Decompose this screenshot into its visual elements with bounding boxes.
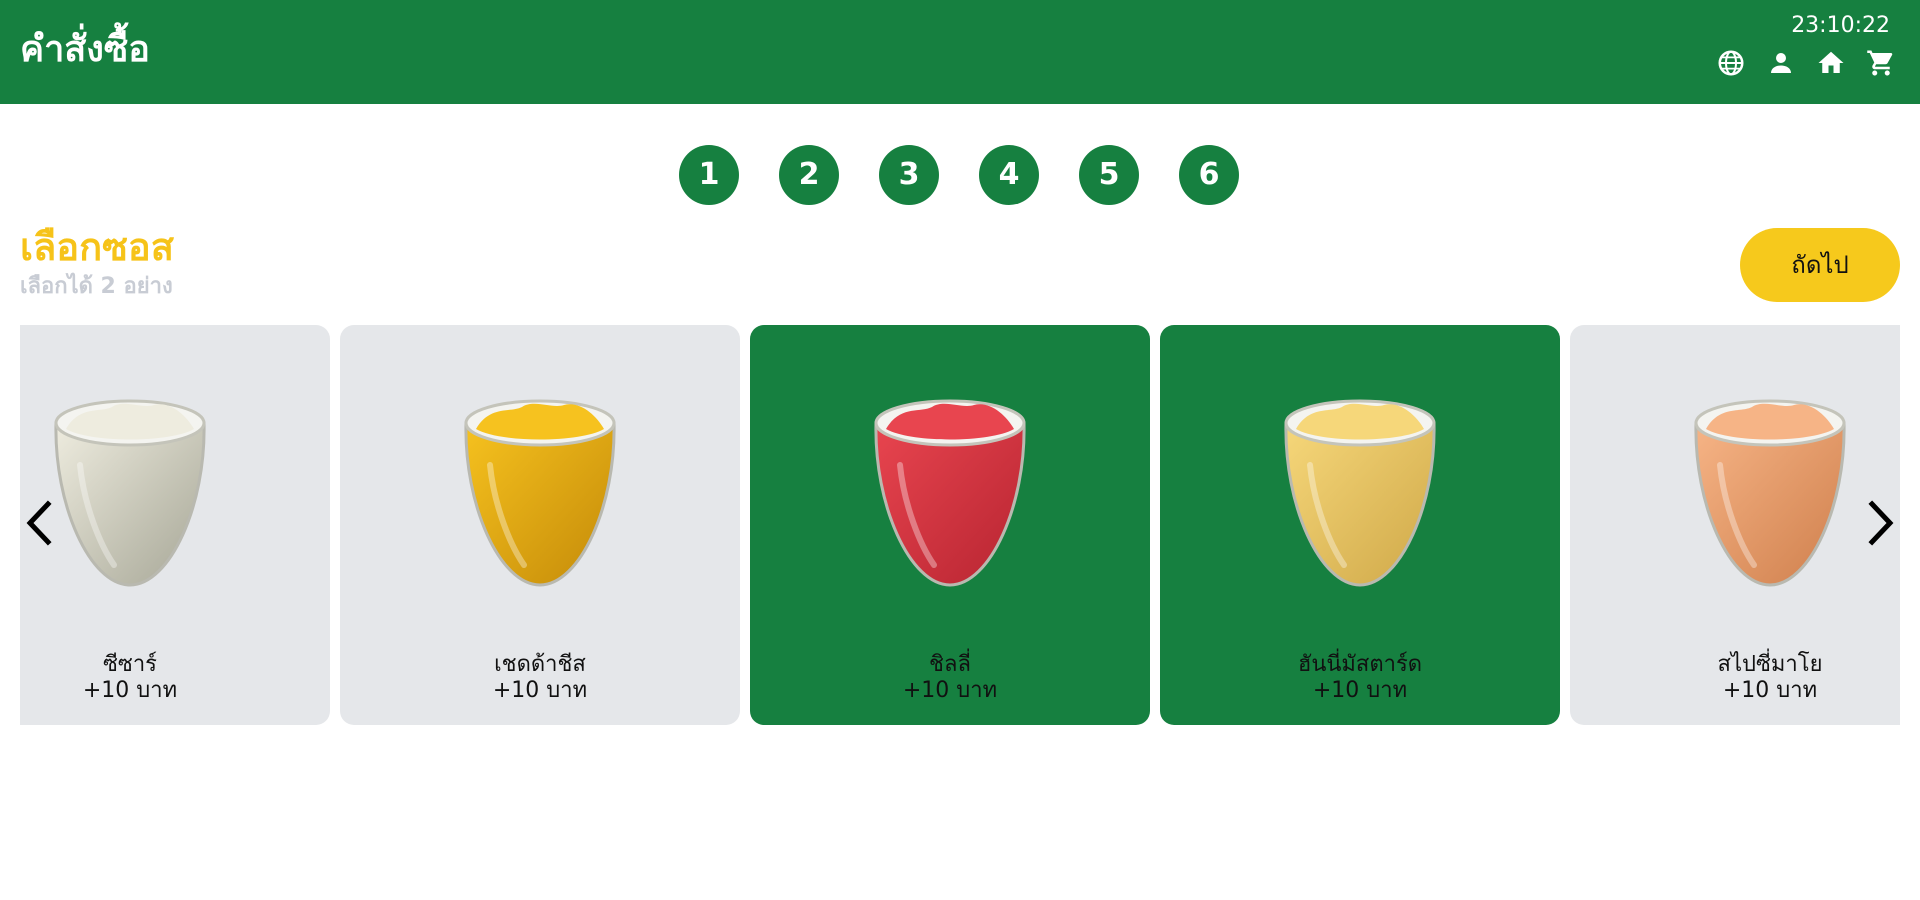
chevron-left-icon[interactable] bbox=[22, 500, 58, 546]
sauce-price: +10 บาท bbox=[492, 678, 588, 703]
globe-icon[interactable] bbox=[1716, 48, 1746, 78]
step-3[interactable]: 3 bbox=[879, 145, 939, 205]
sauce-name: ฮันนี่มัสตาร์ด bbox=[1297, 652, 1423, 677]
top-bar: คำสั่งซื้อ 23:10:22 bbox=[0, 0, 1920, 104]
section-subtitle: เลือกได้ 2 อย่าง bbox=[20, 274, 173, 299]
sauce-price: +10 บาท bbox=[82, 678, 178, 703]
sauce-carousel: ซีซาร์ +10 บาท เชดด้าชีส +10 บาท ชิลลี่ … bbox=[20, 325, 1900, 725]
step-1[interactable]: 1 bbox=[679, 145, 739, 205]
sauce-name: ซีซาร์ bbox=[102, 652, 158, 677]
step-5[interactable]: 5 bbox=[1079, 145, 1139, 205]
step-4[interactable]: 4 bbox=[979, 145, 1039, 205]
sauce-card-spicy-mayo[interactable]: สไปซี่มาโย +10 บาท bbox=[1570, 325, 1900, 725]
page-title: คำสั่งซื้อ bbox=[20, 29, 150, 70]
step-indicator: 1 2 3 4 5 6 bbox=[679, 145, 1239, 205]
chevron-right-icon[interactable] bbox=[1862, 500, 1898, 546]
step-2[interactable]: 2 bbox=[779, 145, 839, 205]
sauce-card-honey-mustard[interactable]: ฮันนี่มัสตาร์ด +10 บาท bbox=[1160, 325, 1560, 725]
sauce-image bbox=[1690, 395, 1850, 595]
sauce-image bbox=[1280, 395, 1440, 595]
section-title: เลือกซอส bbox=[20, 225, 174, 269]
sauce-price: +10 บาท bbox=[902, 678, 998, 703]
sauce-name: เชดด้าชีส bbox=[494, 652, 586, 677]
sauce-card-chilli[interactable]: ชิลลี่ +10 บาท bbox=[750, 325, 1150, 725]
header-icons bbox=[1716, 48, 1896, 78]
step-6[interactable]: 6 bbox=[1179, 145, 1239, 205]
sauce-image bbox=[50, 395, 210, 595]
sauce-card-cheddar-cheese[interactable]: เชดด้าชีส +10 บาท bbox=[340, 325, 740, 725]
next-button[interactable]: ถัดไป bbox=[1740, 228, 1900, 302]
sauce-card-caesar[interactable]: ซีซาร์ +10 บาท bbox=[20, 325, 330, 725]
sauce-image bbox=[870, 395, 1030, 595]
home-icon[interactable] bbox=[1816, 48, 1846, 78]
sauce-image bbox=[460, 395, 620, 595]
sauce-name: ชิลลี่ bbox=[929, 652, 971, 677]
cart-icon[interactable] bbox=[1866, 48, 1896, 78]
sauce-price: +10 บาท bbox=[1312, 678, 1408, 703]
sauce-price: +10 บาท bbox=[1722, 678, 1818, 703]
clock: 23:10:22 bbox=[1791, 13, 1890, 38]
user-icon[interactable] bbox=[1766, 48, 1796, 78]
sauce-name: สไปซี่มาโย bbox=[1717, 652, 1823, 677]
